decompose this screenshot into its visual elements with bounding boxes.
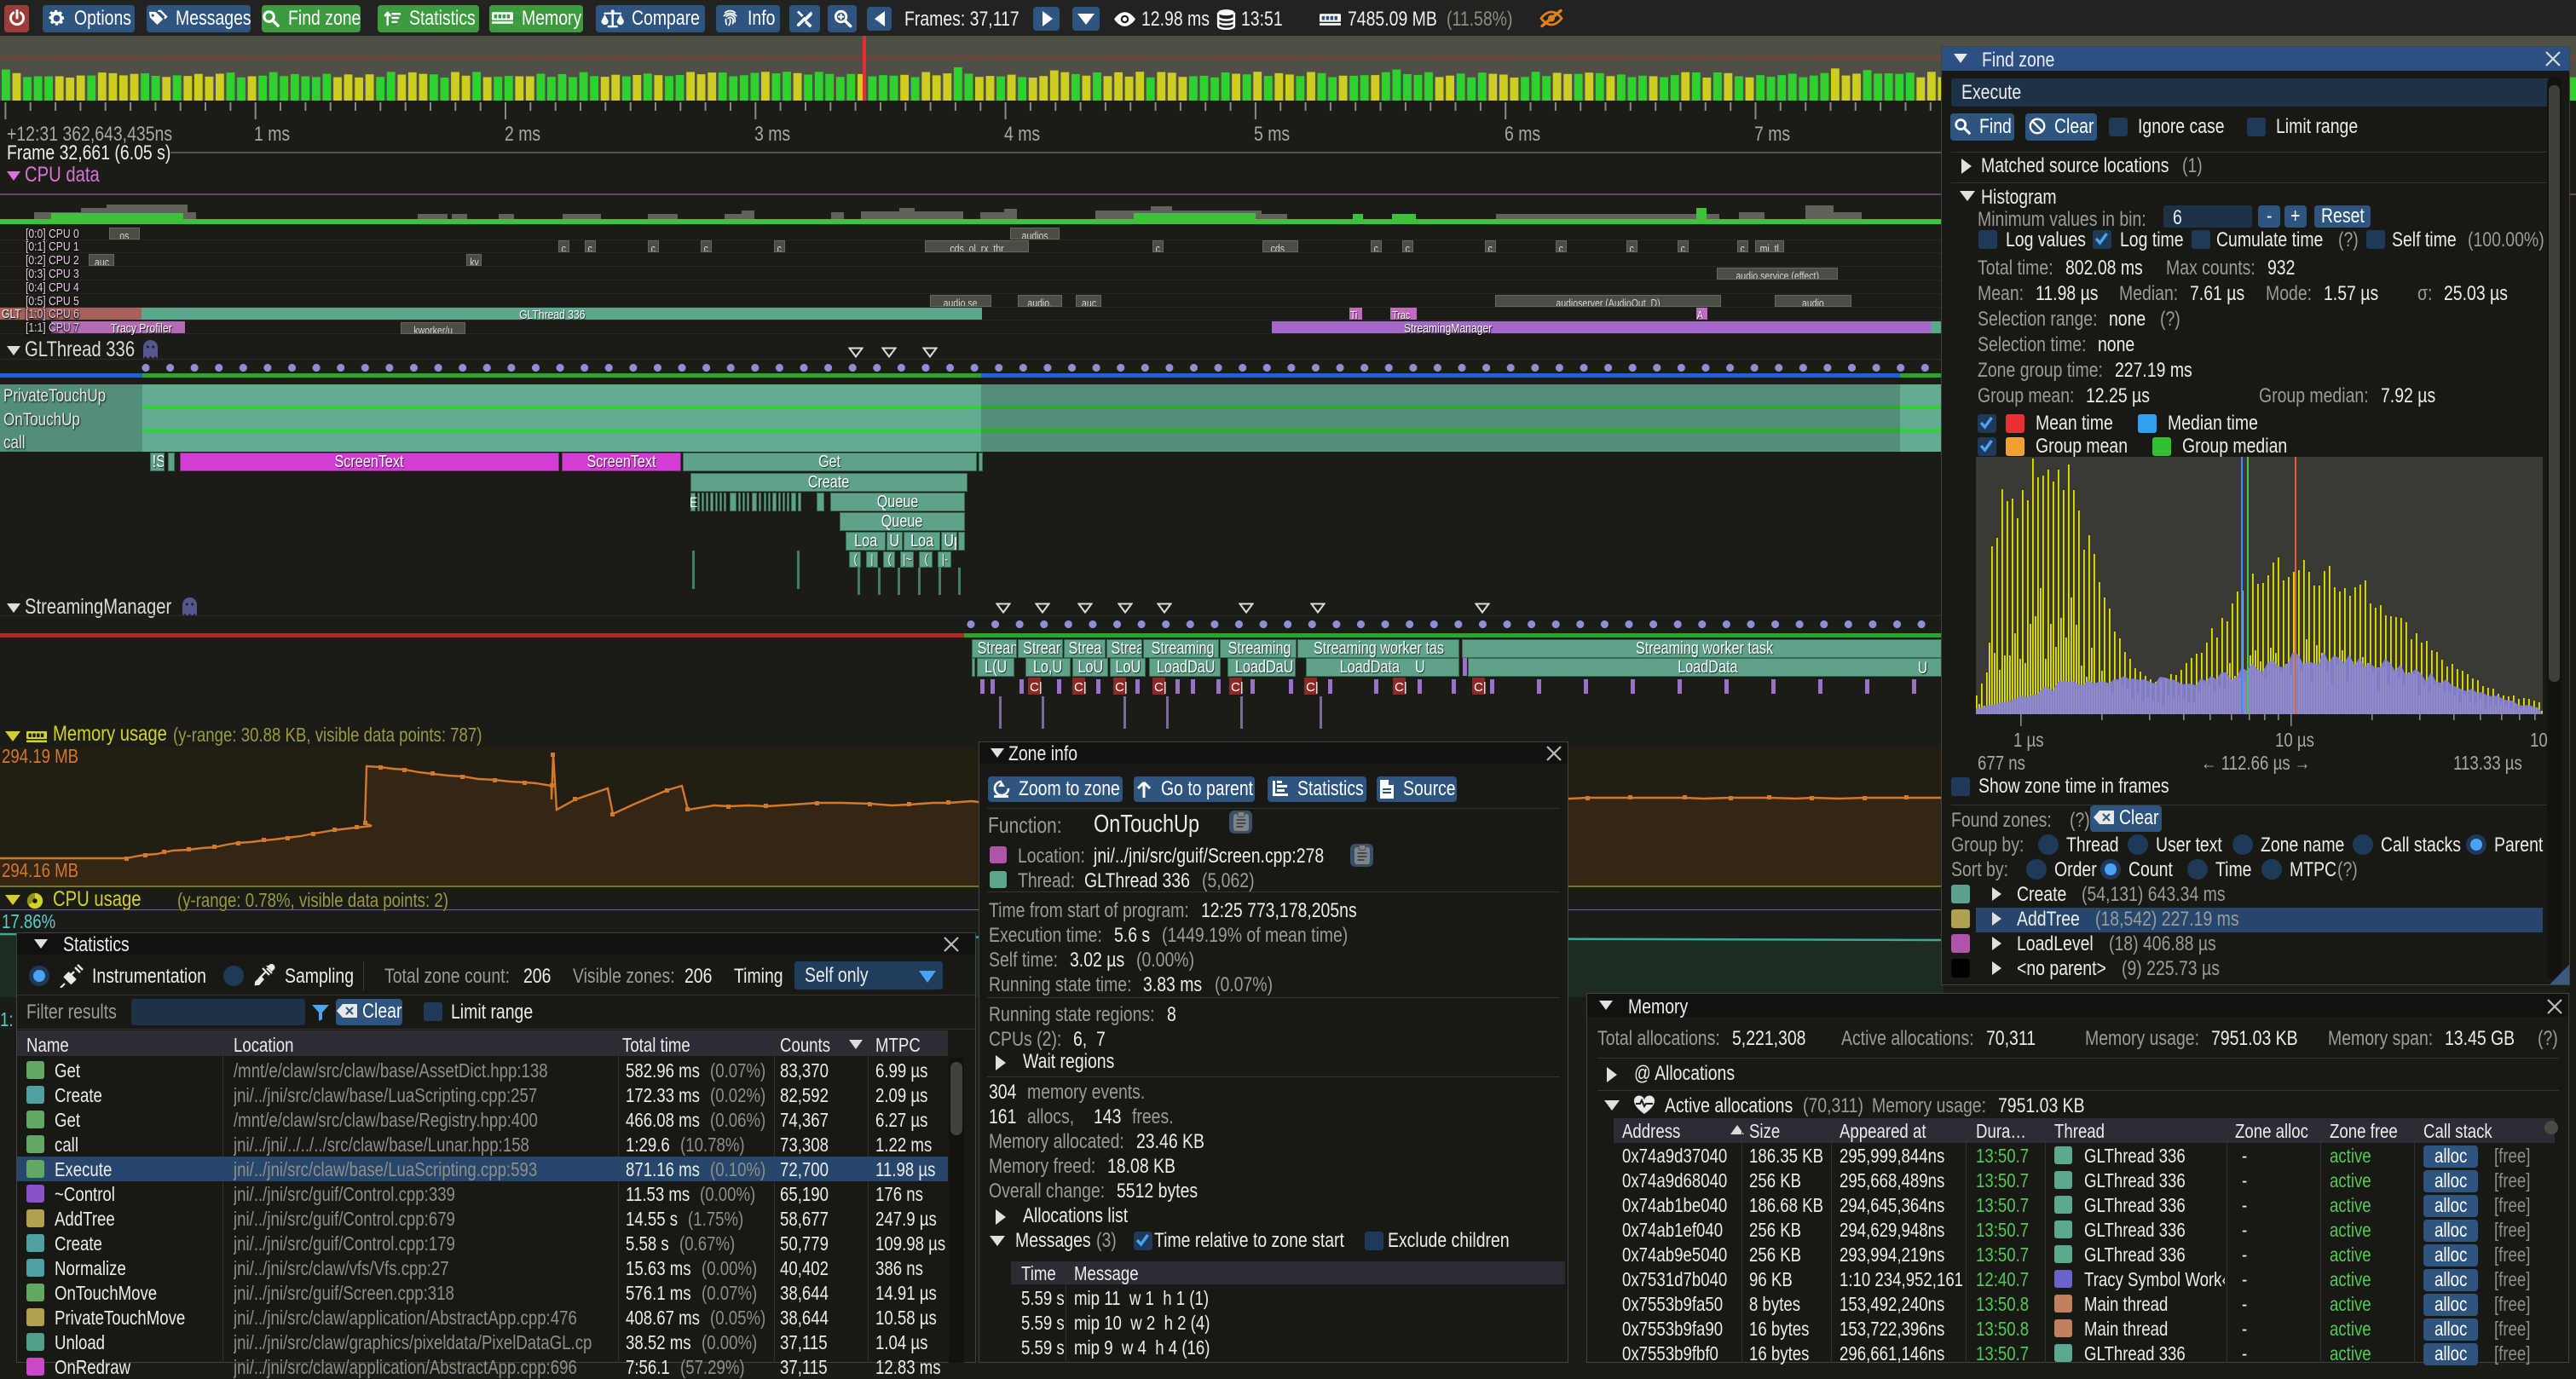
svg-text:C|: C| — [1395, 680, 1407, 695]
svg-text:C|: C| — [1030, 680, 1043, 695]
svg-text:C|: C| — [1115, 680, 1128, 695]
svg-text:C|: C| — [1474, 680, 1487, 695]
svg-text:C|: C| — [1154, 680, 1167, 695]
svg-text:C|: C| — [1074, 680, 1087, 695]
svg-text:C|: C| — [1306, 680, 1319, 695]
svg-text:C|: C| — [1231, 680, 1244, 695]
